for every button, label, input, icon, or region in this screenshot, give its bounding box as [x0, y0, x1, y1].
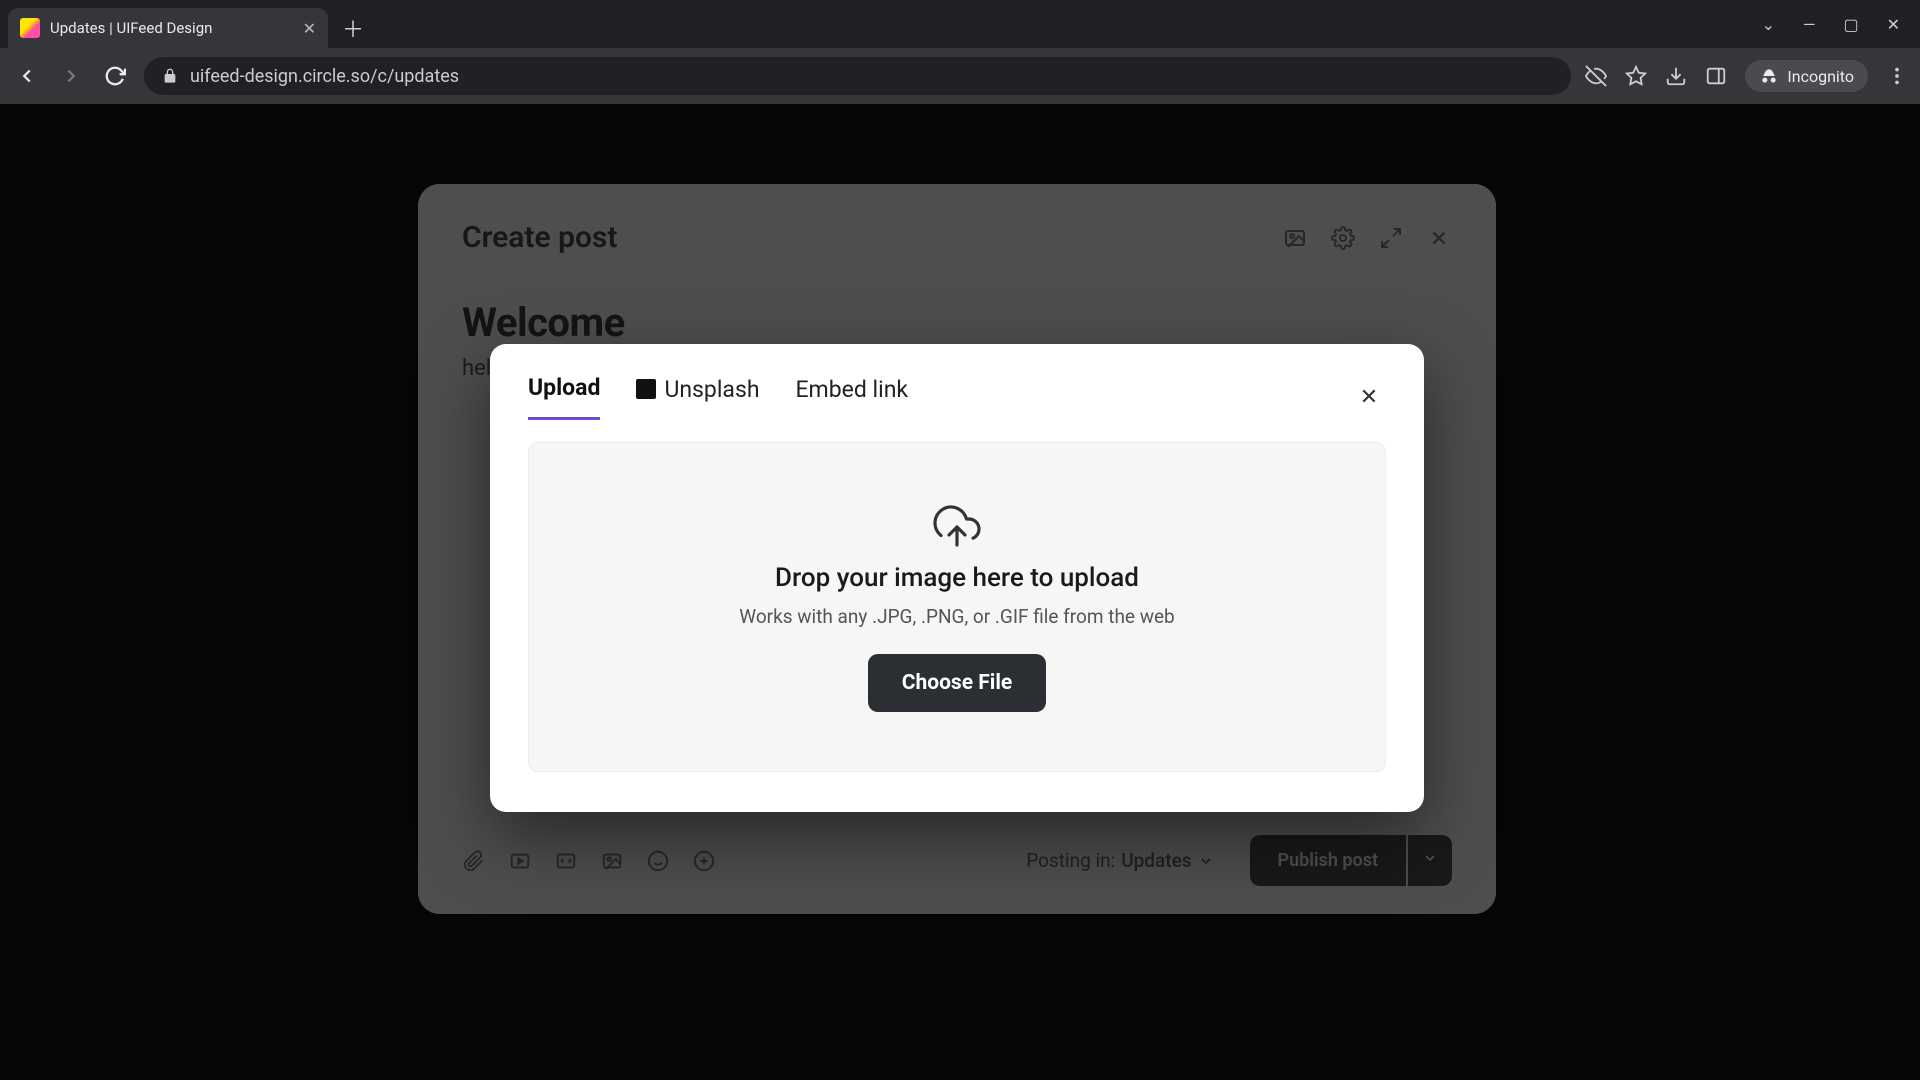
- eye-off-icon[interactable]: [1585, 65, 1607, 87]
- incognito-label: Incognito: [1787, 67, 1854, 86]
- maximize-icon[interactable]: ▢: [1843, 15, 1858, 34]
- star-icon[interactable]: [1625, 65, 1647, 87]
- close-window-icon[interactable]: ✕: [1887, 15, 1900, 34]
- browser-tab-strip: Updates | UIFeed Design ✕ ＋ ⌄ — ▢ ✕: [0, 0, 1920, 48]
- kebab-menu-icon[interactable]: [1886, 65, 1908, 87]
- cloud-upload-icon: [927, 503, 987, 551]
- upload-modal: Upload Unsplash Embed link ✕ Drop your i…: [490, 344, 1424, 812]
- dropzone-subtext: Works with any .JPG, .PNG, or .GIF file …: [739, 605, 1174, 628]
- browser-toolbar: uifeed-design.circle.so/c/updates Incogn…: [0, 48, 1920, 104]
- favicon-icon: [20, 18, 40, 38]
- new-tab-button[interactable]: ＋: [336, 11, 370, 45]
- tab-unsplash[interactable]: Unsplash: [636, 376, 759, 419]
- window-controls: ⌄ — ▢ ✕: [1762, 0, 1920, 48]
- url-bar[interactable]: uifeed-design.circle.so/c/updates: [144, 57, 1571, 95]
- upload-tabs: Upload Unsplash Embed link ✕: [528, 374, 1386, 420]
- close-tab-icon[interactable]: ✕: [303, 19, 316, 38]
- side-panel-icon[interactable]: [1705, 65, 1727, 87]
- tab-upload[interactable]: Upload: [528, 374, 600, 420]
- browser-tab[interactable]: Updates | UIFeed Design ✕: [8, 8, 328, 48]
- close-upload-icon[interactable]: ✕: [1352, 380, 1386, 414]
- dropzone[interactable]: Drop your image here to upload Works wit…: [528, 442, 1386, 772]
- reload-button[interactable]: [100, 61, 130, 91]
- page-viewport: Create post Welcome hell: [0, 104, 1920, 1080]
- incognito-badge[interactable]: Incognito: [1745, 60, 1868, 92]
- lock-icon: [162, 68, 178, 84]
- chevron-down-icon[interactable]: ⌄: [1762, 15, 1775, 34]
- back-button[interactable]: [12, 61, 42, 91]
- choose-file-button[interactable]: Choose File: [868, 654, 1047, 712]
- toolbar-right-icons: Incognito: [1585, 60, 1908, 92]
- tab-embed[interactable]: Embed link: [795, 376, 908, 419]
- download-icon[interactable]: [1665, 65, 1687, 87]
- unsplash-icon: [636, 379, 656, 399]
- minimize-icon[interactable]: —: [1803, 15, 1816, 34]
- tab-title: Updates | UIFeed Design: [50, 19, 212, 37]
- url-text: uifeed-design.circle.so/c/updates: [190, 66, 459, 87]
- tab-unsplash-label: Unsplash: [664, 376, 759, 403]
- forward-button[interactable]: [56, 61, 86, 91]
- dropzone-heading: Drop your image here to upload: [775, 563, 1139, 593]
